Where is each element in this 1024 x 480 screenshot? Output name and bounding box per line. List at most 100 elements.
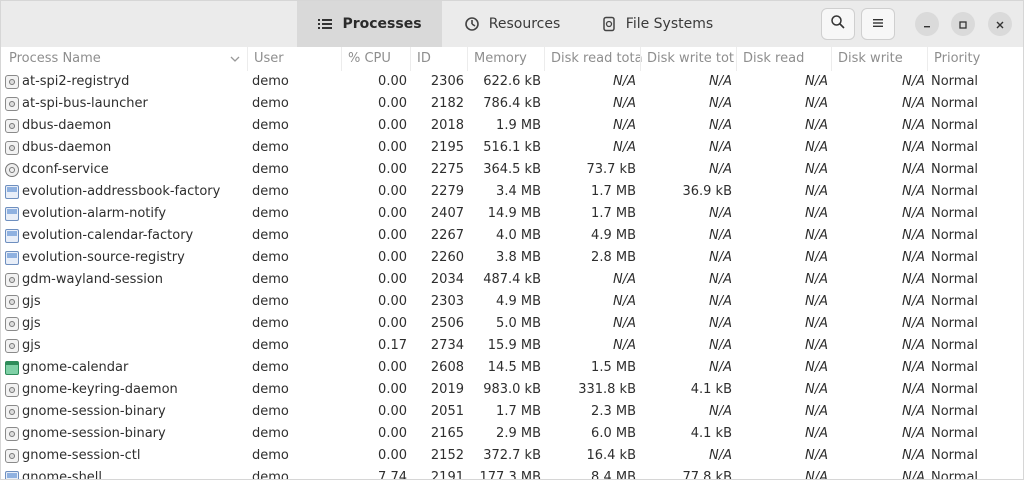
- disk-write-total-cell: N/A: [709, 448, 732, 463]
- disk-write-total-cell: N/A: [709, 250, 732, 265]
- disk-write-cell: N/A: [902, 316, 925, 331]
- column-header-disk-write-total[interactable]: Disk write tot: [640, 47, 741, 71]
- column-header-memory[interactable]: Memory: [467, 47, 548, 71]
- table-row[interactable]: evolution-alarm-notify demo 0.00 2407 14.9 M…: [1, 203, 1023, 225]
- disk-write-total-cell: N/A: [709, 294, 732, 309]
- table-row[interactable]: gnome-session-binary demo 0.00 2165 2.9 MB 6.…: [1, 423, 1023, 445]
- user-cell: demo: [252, 382, 289, 397]
- tab-resources[interactable]: Resources: [442, 1, 582, 47]
- cpu-cell: 0.00: [378, 184, 407, 199]
- priority-cell: Normal: [931, 74, 979, 89]
- minimize-button[interactable]: [915, 12, 939, 36]
- priority-cell: Normal: [931, 426, 979, 441]
- cpu-cell: 0.00: [378, 426, 407, 441]
- table-row[interactable]: dconf-service demo 0.00 2275 364.5 kB 73.7 kB…: [1, 159, 1023, 181]
- priority-cell: Normal: [931, 294, 979, 309]
- column-header-process-name[interactable]: Process Name: [9, 47, 224, 71]
- column-header-disk-write[interactable]: Disk write: [831, 47, 928, 71]
- process-gear-icon: [5, 405, 19, 419]
- table-row[interactable]: gnome-keyring-daemon demo 0.00 2019 983.0 kB…: [1, 379, 1023, 401]
- sort-descending-icon[interactable]: [229, 47, 243, 71]
- column-header-disk-read-total[interactable]: Disk read tota: [544, 47, 645, 71]
- disk-read-cell: N/A: [805, 140, 828, 155]
- tab-processes[interactable]: Processes: [297, 1, 442, 47]
- process-name-cell: at-spi2-registryd: [22, 74, 130, 89]
- column-header-user[interactable]: User: [247, 47, 324, 71]
- disk-read-cell: N/A: [805, 426, 828, 441]
- disk-write-total-cell: N/A: [709, 316, 732, 331]
- id-cell: 2267: [430, 228, 464, 243]
- disk-read-total-cell: 1.7 MB: [591, 206, 636, 221]
- column-header-disk-read[interactable]: Disk read: [736, 47, 833, 71]
- table-row[interactable]: gnome-session-ctl demo 0.00 2152 372.7 kB 16.…: [1, 445, 1023, 467]
- table-row[interactable]: dbus-daemon demo 0.00 2195 516.1 kB N/A N/A N/A…: [1, 137, 1023, 159]
- disk-read-total-cell: N/A: [613, 118, 636, 133]
- user-cell: demo: [252, 96, 289, 111]
- table-row[interactable]: gjs demo 0.00 2506 5.0 MB N/A N/A N/A N/A Normal: [1, 313, 1023, 335]
- priority-cell: Normal: [931, 360, 979, 375]
- priority-cell: Normal: [931, 316, 979, 331]
- table-row[interactable]: at-spi2-registryd demo 0.00 2306 622.6 kB N/A…: [1, 71, 1023, 93]
- cpu-cell: 0.00: [378, 294, 407, 309]
- tab-file-systems[interactable]: File Systems: [582, 1, 732, 47]
- menu-button[interactable]: [861, 8, 895, 40]
- table-row[interactable]: gnome-session-binary demo 0.00 2051 1.7 MB 2.…: [1, 401, 1023, 423]
- disk-write-cell: N/A: [902, 294, 925, 309]
- close-icon: [995, 15, 1005, 34]
- disk-read-cell: N/A: [805, 382, 828, 397]
- disk-read-total-cell: 73.7 kB: [586, 162, 636, 177]
- cpu-cell: 0.00: [378, 404, 407, 419]
- column-header-id[interactable]: ID: [410, 47, 467, 71]
- evolution-app-icon: [5, 229, 19, 243]
- disk-write-cell: N/A: [902, 360, 925, 375]
- disk-write-cell: N/A: [902, 448, 925, 463]
- disk-write-cell: N/A: [902, 404, 925, 419]
- user-cell: demo: [252, 250, 289, 265]
- id-cell: 2734: [430, 338, 464, 353]
- process-gear-icon: [5, 119, 19, 133]
- memory-cell: 364.5 kB: [483, 162, 541, 177]
- cpu-cell: 0.17: [378, 338, 407, 353]
- column-header-priority[interactable]: Priority: [927, 47, 1023, 71]
- table-row[interactable]: evolution-addressbook-factory demo 0.00 227…: [1, 181, 1023, 203]
- disk-write-cell: N/A: [902, 338, 925, 353]
- disk-write-cell: N/A: [902, 272, 925, 287]
- disk-read-total-cell: N/A: [613, 140, 636, 155]
- priority-cell: Normal: [931, 118, 979, 133]
- table-row[interactable]: at-spi-bus-launcher demo 0.00 2182 786.4 kB N…: [1, 93, 1023, 115]
- disk-read-cell: N/A: [805, 448, 828, 463]
- maximize-button[interactable]: [951, 12, 975, 36]
- disk-read-cell: N/A: [805, 74, 828, 89]
- column-header-cpu[interactable]: % CPU: [341, 47, 408, 71]
- tab-resources-label: Resources: [488, 16, 561, 32]
- close-button[interactable]: [988, 12, 1012, 36]
- table-row[interactable]: gnome-calendar demo 0.00 2608 14.5 MB 1.5 MB N…: [1, 357, 1023, 379]
- memory-cell: 3.4 MB: [496, 184, 541, 199]
- system-monitor-window: Processes Resources File Systems Process…: [0, 0, 1024, 480]
- process-name-cell: gjs: [22, 316, 41, 331]
- table-row[interactable]: evolution-source-registry demo 0.00 2260 3.8…: [1, 247, 1023, 269]
- table-row[interactable]: gnome-shell demo 7.74 2191 177.3 MB 8.4 MB 77.…: [1, 467, 1023, 480]
- table-row[interactable]: gdm-wayland-session demo 0.00 2034 487.4 kB N…: [1, 269, 1023, 291]
- user-cell: demo: [252, 316, 289, 331]
- disk-read-total-cell: 1.5 MB: [591, 360, 636, 375]
- disk-read-cell: N/A: [805, 96, 828, 111]
- user-cell: demo: [252, 228, 289, 243]
- cpu-cell: 0.00: [378, 140, 407, 155]
- table-row[interactable]: gjs demo 0.17 2734 15.9 MB N/A N/A N/A N/A Normal: [1, 335, 1023, 357]
- priority-cell: Normal: [931, 470, 979, 480]
- resources-icon: [464, 16, 480, 32]
- search-icon: [830, 14, 846, 34]
- table-row[interactable]: dbus-daemon demo 0.00 2018 1.9 MB N/A N/A N/A N/…: [1, 115, 1023, 137]
- table-row[interactable]: evolution-calendar-factory demo 0.00 2267 4.…: [1, 225, 1023, 247]
- search-button[interactable]: [821, 8, 855, 40]
- user-cell: demo: [252, 162, 289, 177]
- memory-cell: 487.4 kB: [483, 272, 541, 287]
- disk-write-total-cell: N/A: [709, 206, 732, 221]
- disk-write-cell: N/A: [902, 118, 925, 133]
- disk-read-total-cell: 8.4 MB: [591, 470, 636, 480]
- user-cell: demo: [252, 206, 289, 221]
- disk-read-total-cell: N/A: [613, 294, 636, 309]
- table-row[interactable]: gjs demo 0.00 2303 4.9 MB N/A N/A N/A N/A Normal: [1, 291, 1023, 313]
- dconf-icon: [5, 163, 19, 177]
